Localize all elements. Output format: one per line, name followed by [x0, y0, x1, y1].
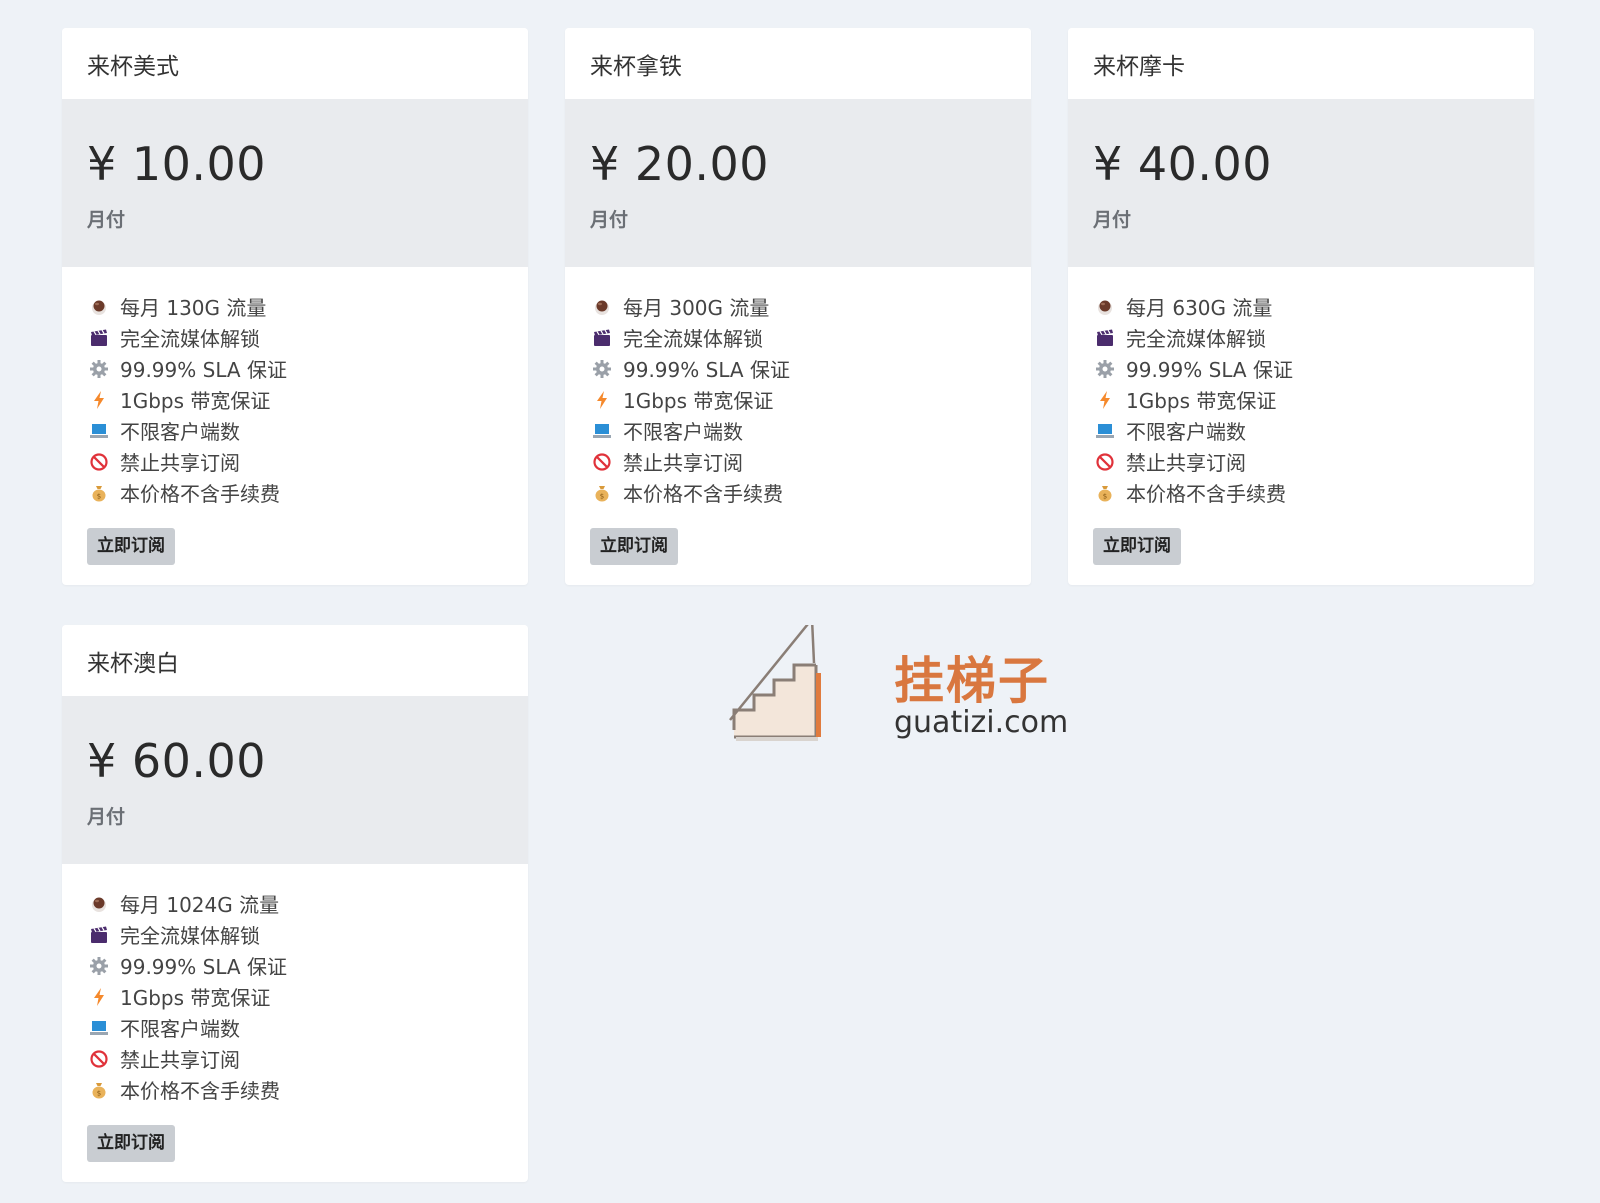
- price-block: ¥ 10.00 月付: [62, 99, 528, 267]
- stairs-logo-icon: [729, 625, 821, 741]
- coffee-icon: [87, 892, 111, 916]
- gear-icon: [590, 357, 614, 381]
- feature-list: 每月 300G 流量 完全流媒体解锁 99.99% SLA 保证 1Gbps 带…: [590, 291, 1006, 508]
- billing-period: 月付: [87, 806, 126, 828]
- watermark-en: guatizi.com: [894, 705, 1069, 740]
- feature-item: 禁止共享订阅: [87, 1043, 503, 1074]
- lightning-icon: [87, 985, 111, 1009]
- money-bag-icon: $: [590, 481, 614, 505]
- plan-price: ¥ 10.00: [87, 137, 267, 191]
- feature-item: 禁止共享订阅: [590, 446, 1006, 477]
- feature-item: 不限客户端数: [87, 1012, 503, 1043]
- feature-item: 每月 630G 流量: [1093, 291, 1509, 322]
- plan-card: 来杯摩卡 ¥ 40.00 月付 每月 630G 流量 完全流媒体解锁 99.99…: [1068, 28, 1534, 585]
- plan-price: ¥ 40.00: [1093, 137, 1273, 191]
- feature-item: 不限客户端数: [87, 415, 503, 446]
- plan-name: 来杯澳白: [62, 625, 528, 696]
- feature-item: 不限客户端数: [590, 415, 1006, 446]
- feature-item: 完全流媒体解锁: [87, 322, 503, 353]
- price-block: ¥ 40.00 月付: [1068, 99, 1534, 267]
- svg-text:$: $: [1103, 492, 1107, 500]
- gear-icon: [87, 954, 111, 978]
- billing-period: 月付: [1093, 209, 1132, 231]
- laptop-icon: [87, 1016, 111, 1040]
- feature-item: 99.99% SLA 保证: [590, 353, 1006, 384]
- feature-list: 每月 630G 流量 完全流媒体解锁 99.99% SLA 保证 1Gbps 带…: [1093, 291, 1509, 508]
- feature-item: 禁止共享订阅: [1093, 446, 1509, 477]
- subscribe-button[interactable]: 立即订阅: [87, 1125, 175, 1162]
- lightning-icon: [87, 388, 111, 412]
- plan-body: 每月 1024G 流量 完全流媒体解锁 99.99% SLA 保证 1Gbps …: [62, 864, 528, 1182]
- feature-item: 1Gbps 带宽保证: [87, 981, 503, 1012]
- feature-item: 完全流媒体解锁: [1093, 322, 1509, 353]
- plan-name: 来杯拿铁: [565, 28, 1031, 99]
- feature-item: 1Gbps 带宽保证: [1093, 384, 1509, 415]
- coffee-icon: [590, 295, 614, 319]
- feature-list: 每月 1024G 流量 完全流媒体解锁 99.99% SLA 保证 1Gbps …: [87, 888, 503, 1105]
- watermark-cn: 挂梯子: [894, 652, 1050, 710]
- subscribe-button[interactable]: 立即订阅: [87, 528, 175, 565]
- feature-item: 99.99% SLA 保证: [1093, 353, 1509, 384]
- feature-item: 每月 300G 流量: [590, 291, 1006, 322]
- plan-card: 来杯美式 ¥ 10.00 月付 每月 130G 流量 完全流媒体解锁 99.99…: [62, 28, 528, 585]
- feature-list: 每月 130G 流量 完全流媒体解锁 99.99% SLA 保证 1Gbps 带…: [87, 291, 503, 508]
- feature-item: 禁止共享订阅: [87, 446, 503, 477]
- price-block: ¥ 20.00 月付: [565, 99, 1031, 267]
- lightning-icon: [590, 388, 614, 412]
- money-bag-icon: $: [1093, 481, 1117, 505]
- feature-item: 每月 1024G 流量: [87, 888, 503, 919]
- prohibited-icon: [87, 1047, 111, 1071]
- feature-item: 完全流媒体解锁: [87, 919, 503, 950]
- plan-name: 来杯美式: [62, 28, 528, 99]
- prohibited-icon: [87, 450, 111, 474]
- lightning-icon: [1093, 388, 1117, 412]
- plan-body: 每月 630G 流量 完全流媒体解锁 99.99% SLA 保证 1Gbps 带…: [1068, 267, 1534, 585]
- plan-price: ¥ 20.00: [590, 137, 770, 191]
- plan-card: 来杯澳白 ¥ 60.00 月付 每月 1024G 流量 完全流媒体解锁 99.9…: [62, 625, 528, 1182]
- feature-item: $ 本价格不含手续费: [1093, 477, 1509, 508]
- gear-icon: [1093, 357, 1117, 381]
- gear-icon: [87, 357, 111, 381]
- plan-grid: 来杯美式 ¥ 10.00 月付 每月 130G 流量 完全流媒体解锁 99.99…: [62, 28, 1536, 1182]
- plan-body: 每月 300G 流量 完全流媒体解锁 99.99% SLA 保证 1Gbps 带…: [565, 267, 1031, 585]
- billing-period: 月付: [590, 209, 629, 231]
- clapper-board-icon: [87, 326, 111, 350]
- subscribe-button[interactable]: 立即订阅: [1093, 528, 1181, 565]
- plan-body: 每月 130G 流量 完全流媒体解锁 99.99% SLA 保证 1Gbps 带…: [62, 267, 528, 585]
- plan-name: 来杯摩卡: [1068, 28, 1534, 99]
- money-bag-icon: $: [87, 481, 111, 505]
- feature-item: 完全流媒体解锁: [590, 322, 1006, 353]
- money-bag-icon: $: [87, 1078, 111, 1102]
- prohibited-icon: [590, 450, 614, 474]
- coffee-icon: [87, 295, 111, 319]
- laptop-icon: [1093, 419, 1117, 443]
- plan-price: ¥ 60.00: [87, 734, 267, 788]
- laptop-icon: [590, 419, 614, 443]
- prohibited-icon: [1093, 450, 1117, 474]
- coffee-icon: [1093, 295, 1117, 319]
- feature-item: 不限客户端数: [1093, 415, 1509, 446]
- watermark: 挂梯子 guatizi.com: [726, 625, 1068, 760]
- subscribe-button[interactable]: 立即订阅: [590, 528, 678, 565]
- price-block: ¥ 60.00 月付: [62, 696, 528, 864]
- clapper-board-icon: [87, 923, 111, 947]
- feature-item: 99.99% SLA 保证: [87, 950, 503, 981]
- plan-card: 来杯拿铁 ¥ 20.00 月付 每月 300G 流量 完全流媒体解锁 99.99…: [565, 28, 1031, 585]
- feature-item: 每月 130G 流量: [87, 291, 503, 322]
- feature-item: 1Gbps 带宽保证: [590, 384, 1006, 415]
- billing-period: 月付: [87, 209, 126, 231]
- feature-item: $ 本价格不含手续费: [590, 477, 1006, 508]
- clapper-board-icon: [1093, 326, 1117, 350]
- feature-item: 1Gbps 带宽保证: [87, 384, 503, 415]
- feature-item: $ 本价格不含手续费: [87, 477, 503, 508]
- feature-item: $ 本价格不含手续费: [87, 1074, 503, 1105]
- svg-text:$: $: [600, 492, 604, 500]
- svg-text:$: $: [97, 1089, 101, 1097]
- svg-text:$: $: [97, 492, 101, 500]
- clapper-board-icon: [590, 326, 614, 350]
- laptop-icon: [87, 419, 111, 443]
- feature-item: 99.99% SLA 保证: [87, 353, 503, 384]
